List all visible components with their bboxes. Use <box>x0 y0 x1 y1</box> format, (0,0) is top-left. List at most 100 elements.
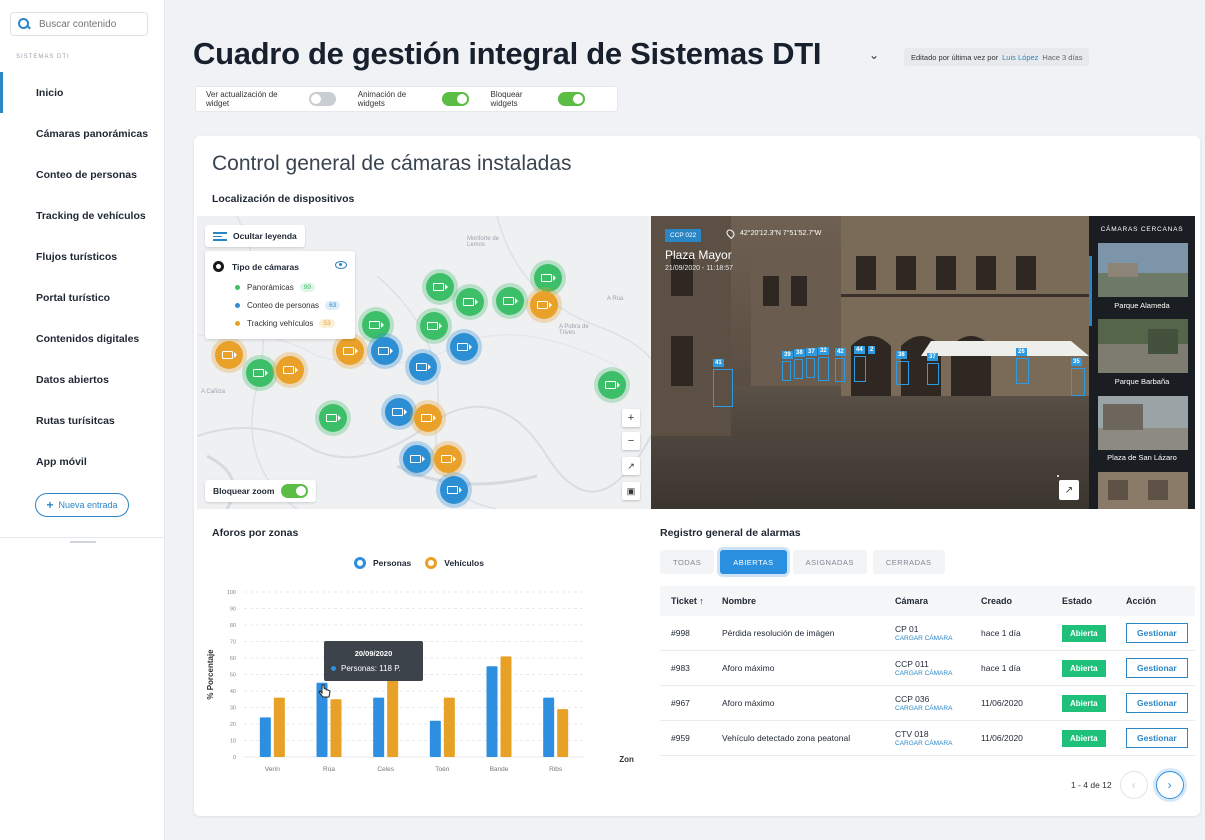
search-box[interactable] <box>10 12 148 36</box>
nearby-label[interactable]: Parque Barbaña <box>1089 377 1195 386</box>
lock-zoom-switch[interactable] <box>281 484 309 498</box>
expand-icon[interactable]: ↗ <box>1059 480 1079 500</box>
cell-action: Gestionar <box>1126 693 1195 713</box>
hide-legend-button[interactable]: Ocultar leyenda <box>205 225 305 247</box>
legend-item-tracking[interactable]: Tracking vehículos 53 <box>235 319 335 328</box>
legend-item-conteo[interactable]: Conteo de personas 63 <box>235 301 341 310</box>
sidebar-item-inicio[interactable]: Inicio <box>0 72 165 113</box>
toggle-switch-animation[interactable] <box>441 92 469 106</box>
legend-ring-icon[interactable] <box>354 557 366 569</box>
edited-info: Editado por última vez por Luis López Ha… <box>904 48 1090 66</box>
zoom-in-button[interactable]: + <box>622 409 640 427</box>
edited-user-link[interactable]: Luis López <box>1002 53 1038 62</box>
nearby-label[interactable]: Plaza de San Lázaro <box>1089 453 1195 462</box>
device-map[interactable]: Monforte de Lemos A Rúa A Pobra de Trive… <box>197 216 651 509</box>
aforos-bar-chart: 0 10 20 30 40 50 60 70 80 90 100 % Porcentaje Zonas V… <box>206 590 634 773</box>
camera-marker-tracking[interactable] <box>276 356 304 384</box>
sidebar-item-tracking-vehiculos[interactable]: Tracking de vehículos <box>0 195 165 236</box>
camera-marker-tracking[interactable] <box>336 337 364 365</box>
prev-page-button[interactable]: ‹ <box>1119 771 1148 799</box>
camera-marker-panoramica[interactable] <box>496 287 524 315</box>
camera-marker-tracking[interactable] <box>215 341 243 369</box>
load-camera-link[interactable]: CARGAR CÁMARA <box>895 705 981 712</box>
radio-icon[interactable] <box>213 261 224 272</box>
nearby-thumbnail[interactable] <box>1098 243 1188 297</box>
detection-box <box>713 369 733 407</box>
sidebar-item-flujos-turisticos[interactable]: Flujos turísticos <box>0 236 165 277</box>
nearby-thumbnail[interactable] <box>1098 472 1188 509</box>
camera-marker-panoramica[interactable] <box>426 273 454 301</box>
camera-marker-panoramica[interactable] <box>534 264 562 292</box>
column-header-estado[interactable]: Estado <box>1062 596 1126 606</box>
camera-marker-conteo[interactable] <box>371 337 399 365</box>
sidebar-item-contenidos-digitales[interactable]: Contenidos digitales <box>0 318 165 359</box>
toggle-switch-lock[interactable] <box>558 92 585 106</box>
camera-marker-panoramica[interactable] <box>246 359 274 387</box>
zoom-out-button[interactable]: − <box>622 432 640 450</box>
camera-marker-conteo[interactable] <box>385 398 413 426</box>
eye-icon[interactable] <box>335 261 347 269</box>
load-camera-link[interactable]: CARGAR CÁMARA <box>895 740 981 747</box>
tab-asignadas[interactable]: ASIGNADAS <box>792 550 867 574</box>
column-header-ticket[interactable]: Ticket ↑ <box>660 596 722 606</box>
column-header-creado[interactable]: Creado <box>981 596 1062 606</box>
camera-marker-tracking[interactable] <box>530 291 558 319</box>
nearby-thumbnail[interactable] <box>1098 319 1188 373</box>
camera-coordinates: 42°20'12.3"N 7°51'52.7"W <box>724 227 821 240</box>
fullscreen-icon[interactable]: ↗ <box>622 457 640 475</box>
pagination-text: 1 - 4 de 12 <box>1071 780 1112 790</box>
nearby-thumbnail[interactable] <box>1098 396 1188 450</box>
legend-item-panoramicas[interactable]: Panorámicas 99 <box>235 283 315 292</box>
search-input[interactable] <box>39 18 139 30</box>
manage-button[interactable]: Gestionar <box>1126 623 1188 643</box>
camera-marker-tracking[interactable] <box>414 404 442 432</box>
sidebar-item-app-movil[interactable]: App móvil <box>0 441 165 482</box>
camera-marker-panoramica[interactable] <box>362 311 390 339</box>
frame-icon[interactable]: ▣ <box>622 482 640 500</box>
camera-marker-panoramica[interactable] <box>598 371 626 399</box>
nearby-label[interactable]: Parque Alameda <box>1089 301 1195 310</box>
manage-button[interactable]: Gestionar <box>1126 728 1188 748</box>
legend-ring-icon[interactable] <box>425 557 438 569</box>
camera-marker-conteo[interactable] <box>403 445 431 473</box>
camera-marker-conteo[interactable] <box>440 476 468 504</box>
y-tick-label: 90 <box>230 607 236 613</box>
camera-marker-conteo[interactable] <box>450 333 478 361</box>
manage-button[interactable]: Gestionar <box>1126 693 1188 713</box>
sidebar-item-datos-abiertos[interactable]: Datos abiertos <box>0 359 165 400</box>
sidebar-item-portal-turistico[interactable]: Portal turístico <box>0 277 165 318</box>
sidebar-item-camaras-panoramicas[interactable]: Cámaras panorámicas <box>0 113 165 154</box>
camera-marker-conteo[interactable] <box>409 353 437 381</box>
tab-abiertas[interactable]: ABIERTAS <box>720 550 787 574</box>
tab-cerradas[interactable]: CERRADAS <box>872 550 945 574</box>
alarm-tabs: TODAS ABIERTAS ASIGNADAS CERRADAS <box>660 550 951 574</box>
camera-marker-panoramica[interactable] <box>420 312 448 340</box>
toggle-switch-update[interactable] <box>309 92 336 106</box>
bar-vehículos-rúa <box>330 699 342 757</box>
camera-marker-tracking[interactable] <box>434 445 462 473</box>
column-header-nombre[interactable]: Nombre <box>722 596 895 606</box>
cell-created: 11/06/2020 <box>981 698 1023 708</box>
new-entry-button[interactable]: + Nueva entrada <box>35 493 129 517</box>
next-page-button[interactable]: › <box>1155 771 1184 799</box>
load-camera-link[interactable]: CARGAR CÁMARA <box>895 635 981 642</box>
search-icon <box>17 17 31 31</box>
nearby-scrollbar[interactable] <box>1089 256 1092 326</box>
nearby-title: CÁMARAS CERCANAS <box>1100 226 1184 233</box>
y-tick-label: 40 <box>230 689 236 695</box>
sidebar-item-conteo-personas[interactable]: Conteo de personas <box>0 154 165 195</box>
legend-label: Conteo de personas <box>247 301 320 310</box>
manage-button[interactable]: Gestionar <box>1126 658 1188 678</box>
cell-name: Aforo máximo <box>722 663 775 673</box>
camera-marker-panoramica[interactable] <box>319 404 347 432</box>
load-camera-link[interactable]: CARGAR CÁMARA <box>895 670 981 677</box>
camera-marker-panoramica[interactable] <box>456 288 484 316</box>
sidebar-resize-handle[interactable] <box>70 541 96 543</box>
column-header-camara[interactable]: Cámara <box>895 596 981 606</box>
camera-live-view[interactable]: 41 39 38 37 32 42 44 2 38 37 26 35 CCP 0… <box>651 216 1089 509</box>
chevron-down-icon[interactable]: ⌄ <box>869 48 879 62</box>
tab-todas[interactable]: TODAS <box>660 550 715 574</box>
sidebar-item-rutas-turisticas[interactable]: Rutas turísitcas <box>0 400 165 441</box>
new-entry-label: Nueva entrada <box>58 500 118 510</box>
y-tick-label: 100 <box>227 590 236 596</box>
